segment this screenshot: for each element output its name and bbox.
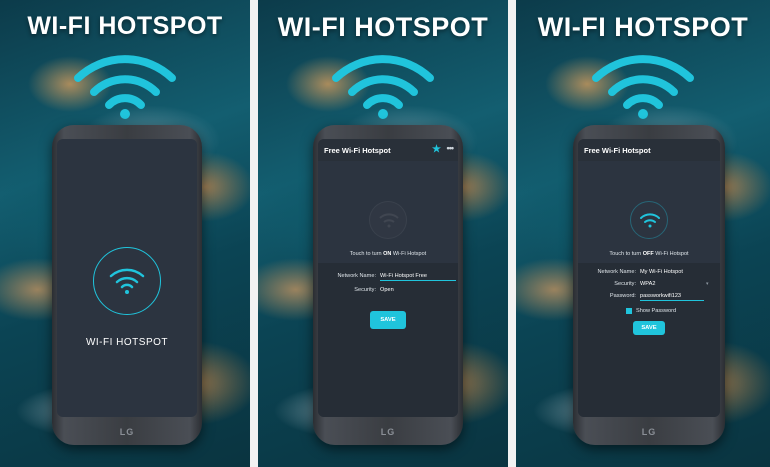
security-label: Security: [354, 287, 376, 293]
phone-frame: Free Wi-Fi Hotspot Touch to turn OFF Wi-… [573, 125, 725, 445]
app-title: Free Wi-Fi Hotspot [584, 146, 651, 155]
more-icon[interactable]: ••• [447, 143, 455, 153]
wifi-logo-icon [74, 55, 176, 119]
headline: WI-FI HOTSPOT [27, 12, 223, 40]
phone-frame: WI-FI HOTSPOT LG [52, 125, 202, 445]
app-bar: Free Wi-Fi Hotspot ★ ••• [318, 139, 458, 161]
app-label: WI-FI HOTSPOT [85, 337, 169, 348]
touch-instruction: Touch to turn OFF Wi-Fi Hotspot [609, 251, 689, 257]
network-name-label: Network Name: [597, 269, 636, 275]
network-name-label: Network Name: [337, 273, 376, 279]
phone-screen: WI-FI HOTSPOT [57, 139, 197, 417]
security-select[interactable]: WPA2 [640, 281, 655, 287]
lg-logo: LG [380, 427, 396, 437]
app-bar: Free Wi-Fi Hotspot [578, 139, 720, 161]
promo-panel-1: WI-FI HOTSPOT WI-FI HOTSPOT LG [0, 0, 250, 467]
wifi-icon [640, 213, 660, 228]
password-input[interactable]: passworkwifi123 [640, 293, 704, 301]
app-title: Free Wi-Fi Hotspot [324, 146, 391, 155]
wifi-icon [379, 213, 399, 228]
settings-form: Network Name: My Wi-Fi Hotspot Security:… [578, 263, 720, 417]
phone-screen: Free Wi-Fi Hotspot Touch to turn OFF Wi-… [578, 139, 720, 417]
network-name-input[interactable]: Wi-Fi Hotspot Free [380, 273, 456, 281]
hotspot-toggle-button[interactable] [630, 201, 668, 239]
network-name-input[interactable]: My Wi-Fi Hotspot [640, 269, 683, 275]
hotspot-toggle-button[interactable] [93, 247, 161, 315]
phone-frame: Free Wi-Fi Hotspot ★ ••• Touch to turn O… [313, 125, 463, 445]
phone-screen: Free Wi-Fi Hotspot ★ ••• Touch to turn O… [318, 139, 458, 417]
promo-panel-3: WI-FI HOTSPOT Free Wi-Fi Hotspot Touch t… [516, 0, 770, 467]
lg-logo: LG [641, 427, 657, 437]
headline: WI-FI HOTSPOT [277, 12, 489, 42]
star-icon[interactable]: ★ [432, 144, 441, 155]
password-label: Password: [609, 293, 636, 299]
headline: WI-FI HOTSPOT [537, 12, 749, 42]
show-password-label: Show Password [636, 308, 677, 314]
security-select[interactable]: Open [380, 287, 394, 293]
settings-form: Network Name: Wi-Fi Hotspot Free Securit… [318, 263, 458, 417]
security-label: Security: [614, 281, 636, 287]
wifi-logo-icon [592, 55, 694, 119]
lg-logo: LG [119, 427, 135, 437]
touch-instruction: Touch to turn ON Wi-Fi Hotspot [349, 251, 427, 257]
save-button[interactable]: SAVE [370, 311, 406, 329]
chevron-down-icon[interactable]: ▾ [706, 281, 709, 287]
hotspot-toggle-button[interactable] [369, 201, 407, 239]
promo-panel-2: WI-FI HOTSPOT Free Wi-Fi Hotspot ★ ••• T… [258, 0, 508, 467]
save-button[interactable]: SAVE [633, 321, 665, 335]
wifi-icon [109, 268, 145, 294]
show-password-checkbox[interactable] [626, 308, 632, 314]
wifi-logo-icon [332, 55, 434, 119]
